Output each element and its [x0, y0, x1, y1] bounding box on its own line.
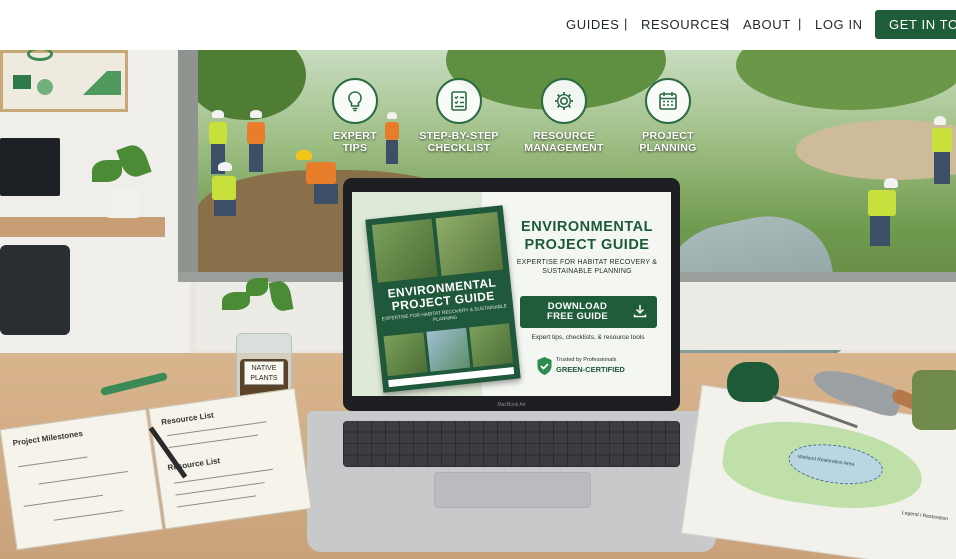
- notebook-line: [23, 494, 103, 507]
- notebook-line: [53, 510, 124, 521]
- ebook-photo: [371, 218, 438, 283]
- soil-meter: [727, 362, 779, 402]
- guide-title: ENVIRONMENTAL PROJECT GUIDE: [521, 219, 653, 253]
- desktop-monitor: [0, 138, 60, 196]
- keyboard: [343, 421, 680, 467]
- laptop: ENVIRONMENTAL PROJECT GUIDE EXPERTISE FO…: [343, 178, 680, 411]
- office-chair: [0, 245, 70, 335]
- badge-caption: Trusted by Professionals: [556, 357, 617, 363]
- tree: [736, 50, 956, 110]
- worker-figure: [244, 110, 268, 176]
- notebook-line: [175, 482, 265, 496]
- feature-label: STEP-BY-STEP CHECKLIST: [419, 130, 499, 154]
- worker-figure: [928, 116, 956, 188]
- shield-check-icon: [537, 357, 552, 375]
- nav-link-resources[interactable]: RESOURCES: [641, 17, 729, 32]
- gear-icon: [541, 78, 587, 124]
- guide-tagline: Expert tips, checklists, & resource tool…: [531, 334, 645, 341]
- laptop-brand-label: MacBook Air: [497, 402, 526, 408]
- worker-figure: [856, 178, 902, 250]
- download-guide-button[interactable]: DOWNLOAD FREE GUIDE: [520, 296, 657, 328]
- nav-separator: |: [726, 16, 730, 31]
- window-frame: [178, 50, 198, 282]
- plant-leaf: [92, 160, 122, 182]
- ebook-photo: [435, 211, 504, 277]
- top-navigation: GUIDES | RESOURCES | ABOUT | LOG IN GET …: [0, 0, 956, 50]
- ebook-photo: [469, 323, 514, 368]
- notebook-heading: Resource List: [160, 410, 215, 427]
- notebook-heading: Project Milestones: [12, 428, 84, 448]
- badge-title: GREEN-CERTIFIED: [556, 365, 625, 374]
- map-legend: Legend / Restoration: [901, 509, 949, 523]
- nav-link-guides[interactable]: GUIDES: [566, 17, 619, 32]
- feature-resource-management: RESOURCE MANAGEMENT: [509, 78, 619, 154]
- feature-label: EXPERT TIPS: [333, 130, 377, 154]
- hero-image: EXPERT TIPS STEP-BY-STEP CHECKLIST RESOU…: [0, 50, 956, 559]
- nav-separator: |: [624, 16, 628, 31]
- notebook-line: [168, 434, 259, 449]
- side-desk: [0, 217, 165, 237]
- ebook-photo: [426, 327, 471, 372]
- wall-chart-poster: [0, 50, 128, 112]
- garden-gloves: [912, 370, 956, 430]
- feature-label: PROJECT PLANNING: [639, 130, 697, 154]
- download-icon: [633, 304, 647, 323]
- certification-badge: Trusted by Professionals GREEN-CERTIFIED: [534, 355, 654, 377]
- nav-link-about[interactable]: ABOUT: [743, 17, 791, 32]
- laptop-screen: ENVIRONMENTAL PROJECT GUIDE EXPERTISE FO…: [352, 192, 671, 396]
- notebook-line: [38, 471, 128, 485]
- calendar-icon: [645, 78, 691, 124]
- download-button-label: DOWNLOAD FREE GUIDE: [546, 301, 609, 322]
- notebook-line: [173, 468, 273, 484]
- notebook-line: [177, 495, 257, 508]
- worker-figure: [296, 150, 344, 212]
- feature-expert-tips: EXPERT TIPS: [300, 78, 410, 154]
- lightbulb-icon: [332, 78, 378, 124]
- notebook-left-page: Project Milestones: [0, 408, 164, 551]
- nav-link-login[interactable]: LOG IN: [815, 17, 863, 32]
- trackpad: [434, 472, 591, 508]
- feature-checklist: STEP-BY-STEP CHECKLIST: [404, 78, 514, 154]
- guide-subtitle: EXPERTISE FOR HABITAT RECOVERY & SUSTAIN…: [516, 259, 658, 275]
- checklist-icon: [436, 78, 482, 124]
- worker-figure: [204, 162, 244, 222]
- nav-separator: |: [798, 16, 802, 31]
- feature-label: RESOURCE MANAGEMENT: [524, 130, 604, 154]
- potted-plant: [106, 188, 140, 218]
- seedling-leaf: [246, 278, 268, 296]
- notebook-line: [18, 456, 88, 468]
- laptop-keyboard-base: [307, 411, 716, 552]
- feature-project-planning: PROJECT PLANNING: [613, 78, 723, 154]
- jar-label: NATIVE PLANTS: [244, 361, 284, 385]
- ebook-photo: [383, 332, 428, 377]
- ebook-cover: ENVIRONMENTAL PROJECT GUIDE EXPERTISE FO…: [365, 205, 521, 393]
- get-in-touch-button[interactable]: GET IN TOUCH: [875, 10, 956, 39]
